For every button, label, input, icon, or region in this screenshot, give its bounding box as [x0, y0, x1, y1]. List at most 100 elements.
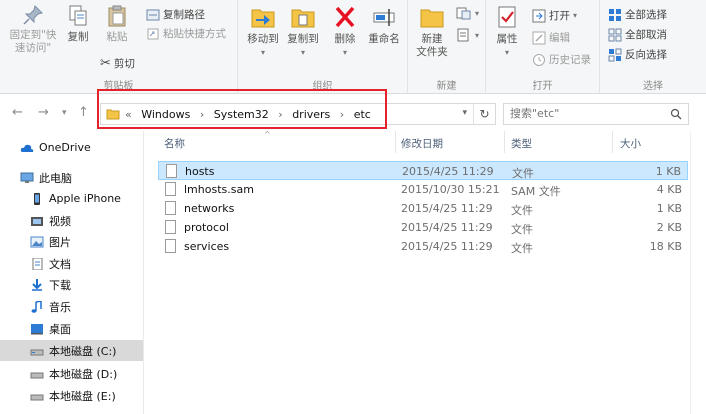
refresh-button[interactable]: ↻	[473, 104, 495, 124]
back-button[interactable]: ←	[12, 105, 23, 120]
select-all-icon	[609, 8, 621, 21]
column-sort-arrow-icon: ^	[264, 130, 271, 139]
nav-item-apple-iphone[interactable]: Apple iPhone	[0, 188, 143, 209]
open-group-label: 打开	[532, 81, 553, 92]
properties-icon	[498, 6, 516, 28]
new-folder-button[interactable]: 新建 文件夹	[412, 4, 452, 59]
breadcrumb: « Windows › System32 › drivers › etc	[125, 108, 377, 121]
open-button[interactable]: 打开 ▾	[532, 8, 577, 23]
phone-icon	[34, 192, 40, 205]
nav-item-drive-c[interactable]: 本地磁盘 (C:)	[0, 340, 143, 361]
new-item-button[interactable]: ▾	[456, 6, 479, 20]
file-name: networks	[184, 202, 235, 215]
rename-icon	[373, 9, 395, 26]
breadcrumb-system32[interactable]: System32	[214, 108, 269, 121]
file-name: hosts	[185, 165, 215, 178]
file-row-lmhosts[interactable]: lmhosts.sam 2015/10/30 15:21 SAM 文件 4 KB	[158, 180, 688, 199]
nav-item-desktop[interactable]: 桌面	[0, 318, 143, 339]
file-size: 1 KB	[656, 202, 682, 215]
breadcrumb-etc[interactable]: etc	[354, 108, 371, 121]
properties-button[interactable]: 属性 ▾	[492, 4, 522, 59]
breadcrumb-separator[interactable]: ›	[200, 108, 204, 121]
cut-button[interactable]: ✂ 剪切	[100, 56, 135, 71]
organize-group-label: 组织	[312, 81, 333, 92]
file-size: 1 KB	[655, 165, 681, 178]
forward-button[interactable]: →	[38, 105, 49, 120]
search-icon[interactable]	[670, 108, 682, 120]
vertical-scrollbar[interactable]	[690, 131, 706, 414]
edit-button[interactable]: 编辑	[532, 30, 570, 45]
nav-item-videos[interactable]: 视频	[0, 210, 143, 231]
file-row-services[interactable]: services 2015/4/25 11:29 文件 18 KB	[158, 237, 688, 256]
nav-item-documents[interactable]: 文档	[0, 253, 143, 274]
select-none-button[interactable]: 全部取消	[608, 27, 667, 42]
nav-item-onedrive[interactable]: OneDrive	[0, 137, 143, 158]
file-date: 2015/4/25 11:29	[401, 221, 493, 234]
document-icon	[32, 257, 43, 270]
breadcrumb-windows[interactable]: Windows	[141, 108, 190, 121]
file-list: 名称 ^ 修改日期 类型 大小 hosts 2015/4/25 11:29 文件…	[144, 130, 690, 414]
paste-button[interactable]: 粘贴	[98, 4, 136, 44]
up-button[interactable]: ↑	[78, 105, 89, 120]
new-group: 新建 文件夹 ▾ ▾ 新建	[408, 0, 486, 94]
file-row-protocol[interactable]: protocol 2015/4/25 11:29 文件 2 KB	[158, 218, 688, 237]
invert-selection-icon	[608, 48, 622, 61]
column-header-name[interactable]: 名称	[164, 136, 185, 151]
easy-access-button[interactable]: ▾	[456, 28, 479, 42]
recent-locations-button[interactable]: ▾	[62, 108, 67, 118]
pin-icon	[23, 5, 43, 25]
nav-item-drive-e[interactable]: 本地磁盘 (E:)	[0, 385, 143, 406]
drive-icon	[30, 349, 44, 355]
nav-item-drive-d[interactable]: 本地磁盘 (D:)	[0, 363, 143, 384]
copy-button[interactable]: 复制	[64, 4, 92, 44]
easy-access-icon	[457, 28, 469, 42]
paste-shortcut-icon	[147, 28, 159, 39]
address-bar[interactable]: « Windows › System32 › drivers › etc ▾ ↻	[100, 103, 496, 125]
nav-item-this-pc[interactable]: 此电脑	[0, 167, 143, 188]
file-row-hosts[interactable]: hosts 2015/4/25 11:29 文件 1 KB	[158, 161, 688, 180]
nav-item-downloads[interactable]: 下载	[0, 274, 143, 295]
breadcrumb-separator[interactable]: ›	[278, 108, 282, 121]
address-dropdown-button[interactable]: ▾	[462, 108, 467, 118]
column-separator[interactable]	[395, 131, 396, 153]
breadcrumb-overflow[interactable]: «	[125, 108, 132, 121]
search-input[interactable]	[510, 107, 660, 120]
file-name: lmhosts.sam	[184, 183, 254, 196]
copy-to-icon	[291, 9, 315, 28]
column-header-size[interactable]: 大小	[620, 136, 641, 151]
column-header-date[interactable]: 修改日期	[401, 136, 443, 151]
file-row-networks[interactable]: networks 2015/4/25 11:29 文件 1 KB	[158, 199, 688, 218]
new-folder-icon	[420, 9, 444, 28]
search-box[interactable]	[503, 103, 689, 125]
open-icon	[532, 9, 546, 22]
move-to-button[interactable]: 移动到 ▾	[244, 4, 282, 59]
cloud-icon	[20, 144, 34, 152]
file-date: 2015/4/25 11:29	[401, 202, 493, 215]
column-separator[interactable]	[612, 131, 613, 153]
nav-item-music[interactable]: 音乐	[0, 296, 143, 317]
copy-path-button[interactable]: 复制路径	[146, 7, 205, 22]
column-separator[interactable]	[504, 131, 505, 153]
select-all-button[interactable]: 全部选择	[608, 7, 667, 22]
rename-button[interactable]: 重命名	[364, 4, 404, 46]
paste-shortcut-button[interactable]: 粘贴快捷方式	[146, 26, 226, 41]
download-icon	[32, 278, 42, 291]
pin-quick-access-button[interactable]: 固定到"快 速访问"	[2, 4, 64, 55]
column-header-type[interactable]: 类型	[511, 136, 532, 151]
breadcrumb-drivers[interactable]: drivers	[292, 108, 330, 121]
delete-button[interactable]: 删除 ▾	[332, 4, 358, 59]
history-button[interactable]: 历史记录	[532, 52, 591, 67]
copy-to-button[interactable]: 复制到 ▾	[284, 4, 322, 59]
new-item-icon	[456, 7, 471, 20]
select-none-icon	[608, 28, 622, 41]
file-size: 18 KB	[649, 240, 682, 253]
nav-item-pictures[interactable]: 图片	[0, 231, 143, 252]
clipboard-group-label: 剪贴板	[103, 81, 134, 92]
file-icon	[166, 164, 177, 178]
file-type: SAM 文件	[511, 185, 561, 198]
computer-icon	[20, 172, 34, 183]
breadcrumb-separator[interactable]: ›	[340, 108, 344, 121]
invert-selection-button[interactable]: 反向选择	[608, 47, 667, 62]
file-icon	[165, 220, 176, 234]
file-date: 2015/4/25 11:29	[401, 240, 493, 253]
